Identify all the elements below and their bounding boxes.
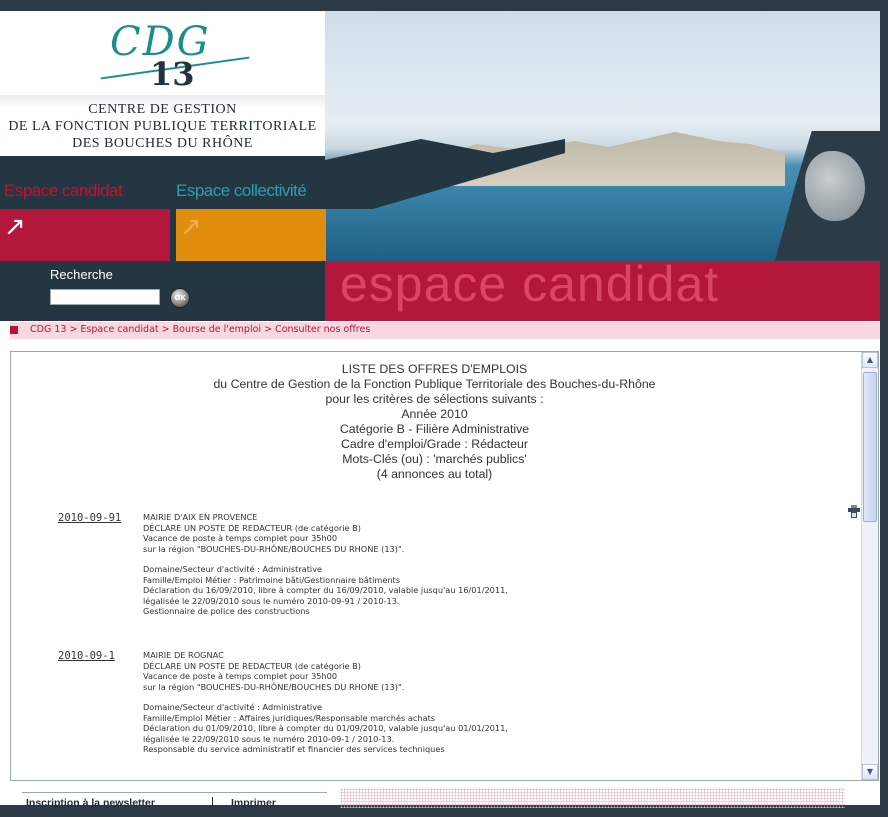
heading-line: (4 annonces au total): [376, 467, 493, 481]
offer-details: MAIRIE DE ROGNAC DÉCLARE UN POSTE DE RED…: [143, 650, 508, 755]
logo-number: 13: [150, 55, 195, 93]
offer-legal: légalisée le 22/09/2010 sous le numéro 2…: [143, 733, 395, 744]
offer-employer: MAIRIE DE ROGNAC: [143, 650, 224, 660]
offer-title: DÉCLARE UN POSTE DE REDACTEUR (de catégo…: [143, 522, 361, 533]
arrow-up-right-icon[interactable]: ↗: [180, 214, 202, 240]
offer-gap: [143, 554, 508, 564]
offer-region: sur la région "BOUCHES-DU-RHÔNE/BOUCHES …: [143, 543, 405, 554]
scroll-thumb[interactable]: [863, 372, 877, 522]
offer-region: sur la région "BOUCHES-DU-RHÔNE/BOUCHES …: [143, 681, 405, 692]
tab-espace-collectivite[interactable]: Espace collectivité: [176, 181, 307, 201]
search-band: [0, 261, 325, 321]
heading-line: pour les critères de sélections suivants…: [325, 392, 544, 406]
offer-vacancy: Vacance de poste à temps complet pour 35…: [143, 533, 338, 543]
offer-declaration: Déclaration du 16/09/2010, libre à compt…: [143, 585, 508, 595]
vertical-scrollbar[interactable]: ▲ ▼: [861, 352, 878, 780]
offer-legal: légalisée le 22/09/2010 sous le numéro 2…: [143, 595, 400, 606]
offer-family: Famille/Emploi Métier : Patrimoine bâti/…: [143, 574, 401, 585]
offer-family: Famille/Emploi Métier : Affaires juridiq…: [143, 712, 436, 723]
banner-text: espace candidat: [340, 256, 720, 312]
footer-pattern: [340, 788, 845, 808]
offer-number-link[interactable]: 2010-09-91: [58, 512, 121, 524]
newsletter-link[interactable]: Inscription à la newsletter: [26, 797, 155, 809]
search-label: Recherche: [50, 267, 113, 282]
statue-face: [805, 151, 865, 221]
arrow-up-right-icon[interactable]: ↗: [4, 214, 26, 240]
footer-divider: [212, 797, 213, 809]
breadcrumb[interactable]: CDG 13 > Espace candidat > Bourse de l'e…: [30, 324, 370, 335]
offer-domain: Domaine/Secteur d'activité : Administrat…: [143, 564, 323, 574]
heading-line: Catégorie B - Filière Administrative: [339, 422, 530, 436]
offer-number-link[interactable]: 2010-09-1: [58, 650, 115, 662]
page: CDG 13 CENTRE DE GESTION DE LA FONCTION …: [0, 11, 880, 809]
offer-gap: [143, 692, 508, 702]
logo-area: CDG 13 CENTRE DE GESTION DE LA FONCTION …: [0, 11, 325, 156]
heading-line: Année 2010: [401, 407, 468, 421]
breadcrumb-bullet-icon: [10, 326, 18, 334]
offer-extra: Responsable du service administratif et …: [143, 744, 445, 754]
listing-heading: LISTE DES OFFRES D'EMPLOIS du Centre de …: [11, 362, 858, 482]
heading-line: du Centre de Gestion de la Fonction Publ…: [213, 377, 656, 391]
heading-line: Mots-Clés (ou) : 'marchés publics': [342, 452, 527, 466]
tab-espace-candidat[interactable]: Espace candidat: [4, 181, 123, 201]
scroll-up-icon[interactable]: ▲: [862, 352, 878, 368]
print-link[interactable]: Imprimer: [231, 797, 276, 809]
heading-line: Cadre d'emploi/Grade : Rédacteur: [341, 437, 528, 451]
search-input[interactable]: [50, 289, 160, 305]
heading-line: LISTE DES OFFRES D'EMPLOIS: [341, 362, 528, 376]
offer-vacancy: Vacance de poste à temps complet pour 35…: [143, 671, 338, 681]
offer-employer: MAIRIE D'AIX EN PROVENCE: [143, 512, 258, 522]
offer-title: DÉCLARE UN POSTE DE REDACTEUR (de catégo…: [143, 660, 361, 671]
org-line-2: DE LA FONCTION PUBLIQUE TERRITORIALE: [8, 119, 317, 134]
print-icon[interactable]: [848, 505, 860, 518]
org-name: CENTRE DE GESTION DE LA FONCTION PUBLIQU…: [0, 101, 325, 152]
offer-domain: Domaine/Secteur d'activité : Administrat…: [143, 702, 323, 712]
offer-declaration: Déclaration du 01/09/2010, libre à compt…: [143, 723, 508, 733]
offers-frame[interactable]: LISTE DES OFFRES D'EMPLOIS du Centre de …: [10, 351, 879, 781]
offer-extra: Gestionnaire de police des constructions: [143, 606, 310, 616]
scroll-down-icon[interactable]: ▼: [862, 764, 878, 780]
search-ok-button[interactable]: OK: [170, 288, 190, 308]
org-line-3: DES BOUCHES DU RHÔNE: [72, 136, 253, 151]
offer-details: MAIRIE D'AIX EN PROVENCE DÉCLARE UN POST…: [143, 512, 508, 617]
org-line-1: CENTRE DE GESTION: [88, 102, 237, 117]
